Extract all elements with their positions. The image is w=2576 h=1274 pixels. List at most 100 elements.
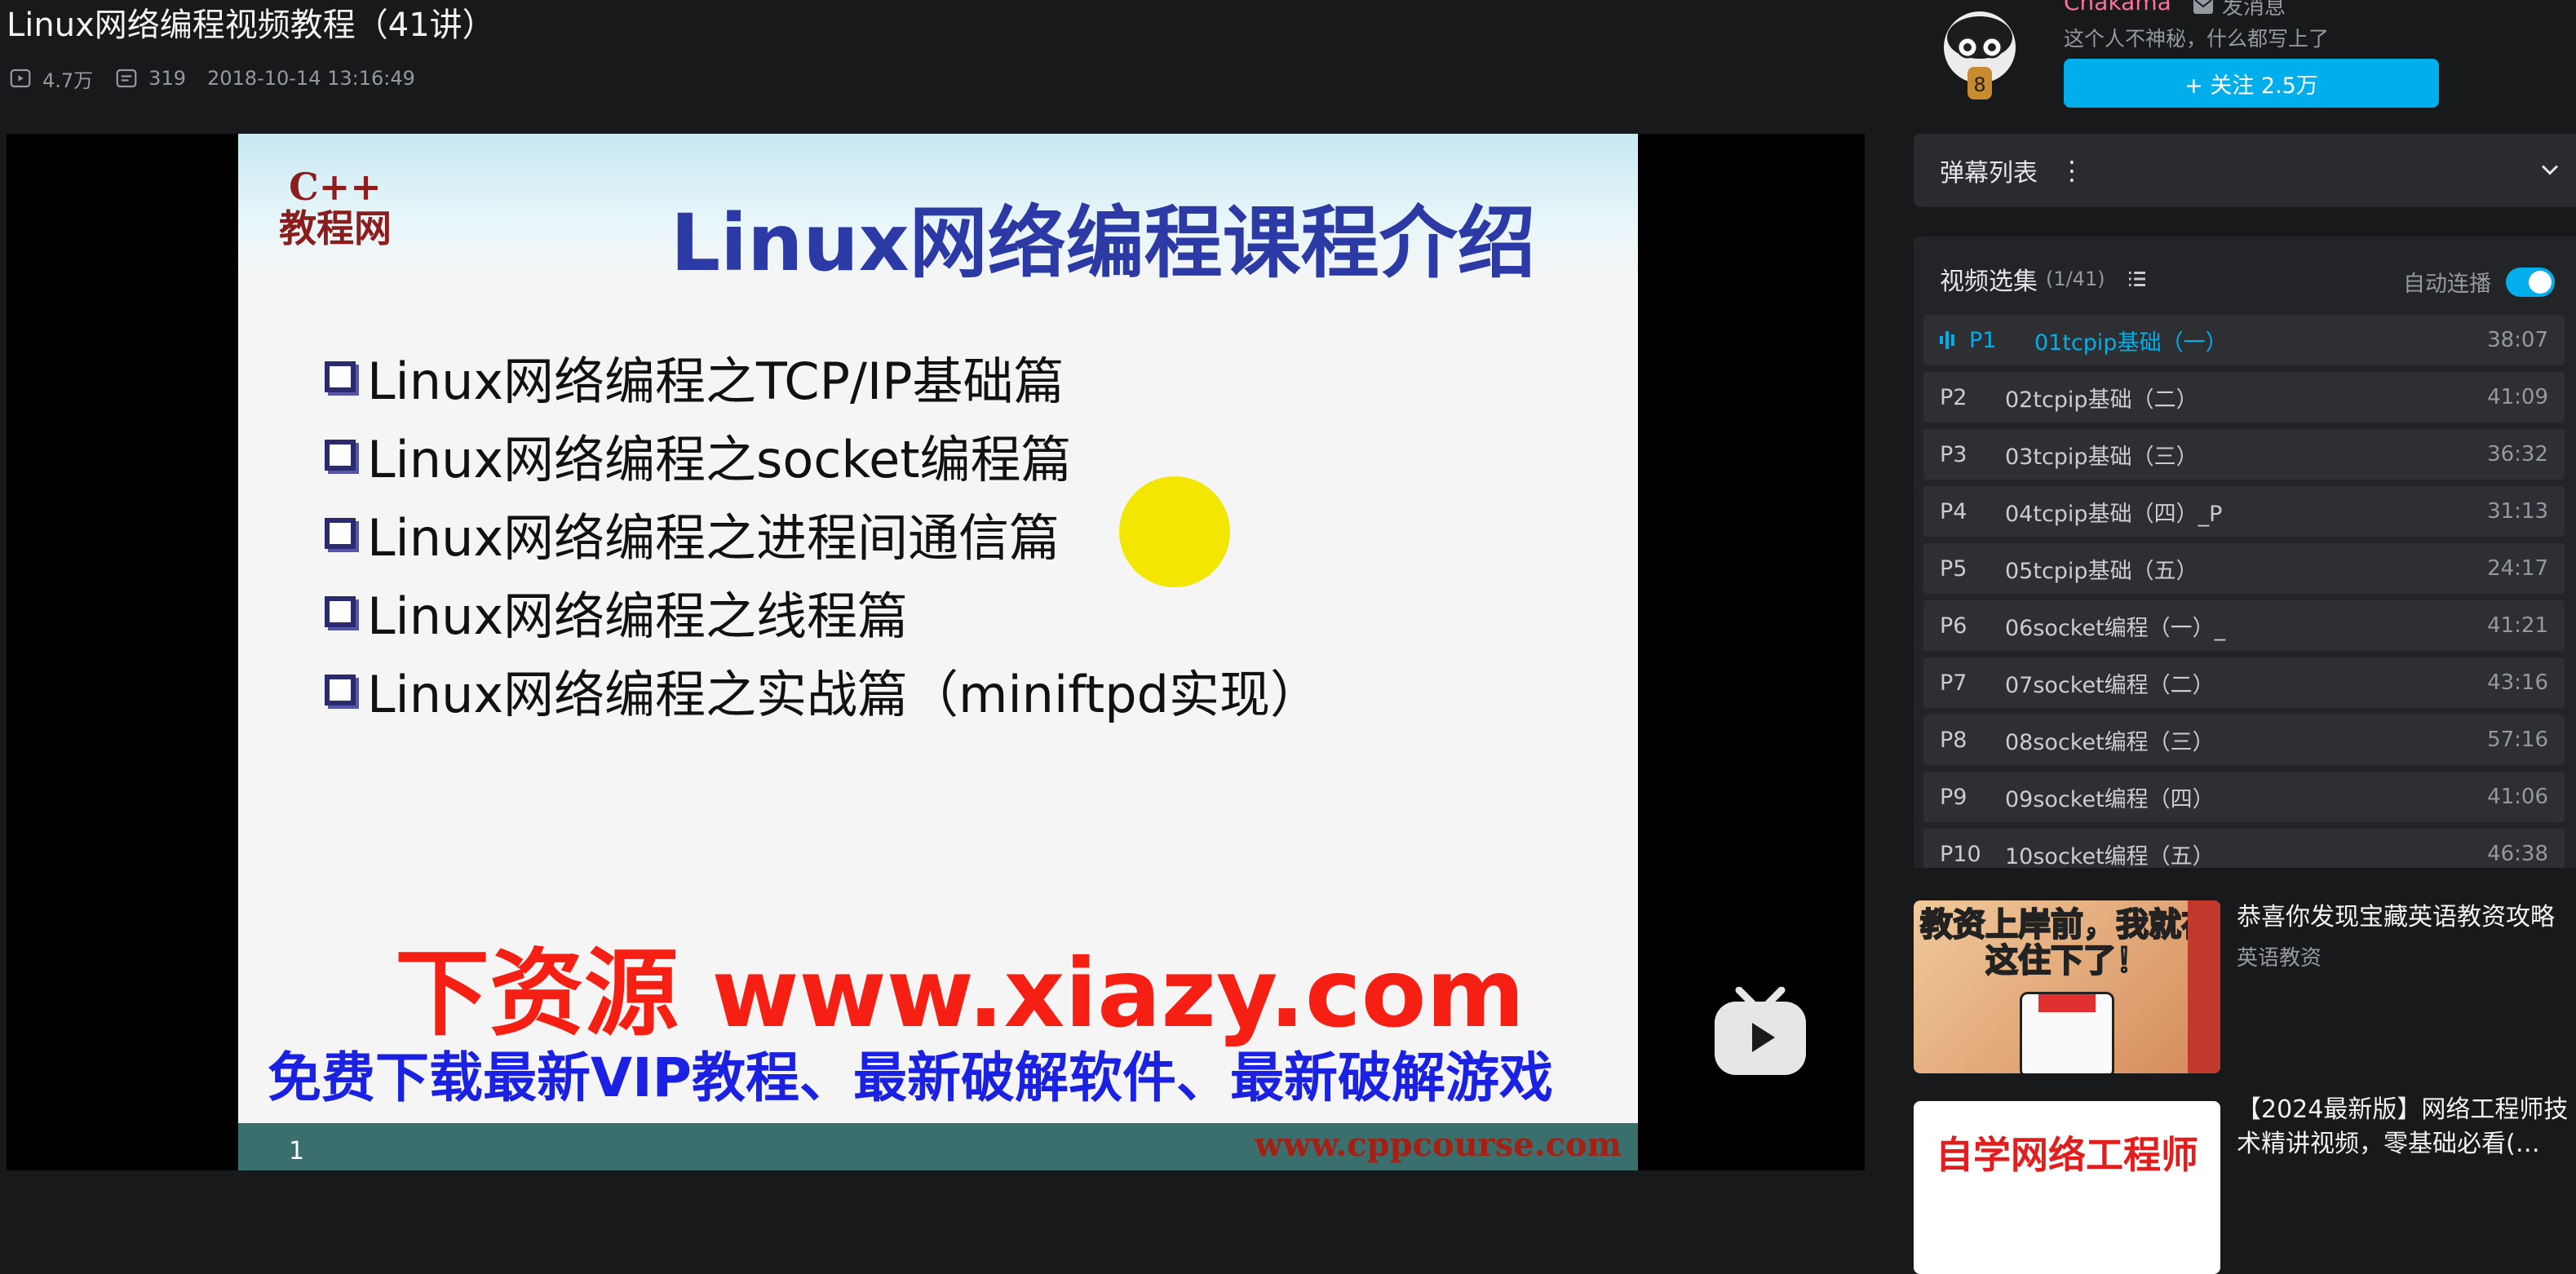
episode-item[interactable]: P4 04tcpip基础（四）_P 31:13 — [1923, 486, 2565, 537]
danmaku-list-bar[interactable]: 弹幕列表 ⋮ — [1914, 134, 2576, 207]
autoplay-toggle[interactable] — [2506, 267, 2555, 297]
episode-number: P4 — [1940, 498, 1967, 524]
checkbox-icon — [325, 675, 356, 706]
episode-duration: 57:16 — [2487, 728, 2548, 752]
slide-title: Linux网络编程课程介绍 — [671, 197, 1536, 289]
follow-button[interactable]: + 关注 2.5万 — [2064, 59, 2439, 108]
episode-title: 09socket编程（四） — [2005, 786, 2215, 812]
slide-ad-line1: 下资源 www.xiazy.com — [395, 939, 1525, 1049]
episode-item[interactable]: P2 02tcpip基础（二） 41:09 — [1923, 372, 2565, 422]
view-count: 4.7万 — [8, 64, 93, 93]
danmaku-list-label: 弹幕列表 — [1940, 159, 2038, 188]
episode-item[interactable]: P6 06socket编程（一）_ 41:21 — [1923, 600, 2565, 651]
follow-label: + 关注 2.5万 — [2184, 73, 2318, 99]
up-name[interactable]: Chakama — [2064, 0, 2171, 15]
slide-logo: C++ 教程网 — [279, 166, 392, 249]
video-title: Linux网络编程视频教程（41讲） — [7, 7, 495, 44]
episode-title: 02tcpip基础（二） — [2005, 387, 2198, 413]
mail-icon — [2193, 0, 2213, 14]
episode-item[interactable]: P1 01tcpip基础（一） 38:07 — [1923, 315, 2565, 365]
thumbnail-caption: 教资上岸前，我就在这住下了！ — [1919, 906, 2215, 980]
send-message-label: 发消息 — [2222, 0, 2286, 20]
episode-duration: 38:07 — [2487, 328, 2548, 352]
chevron-down-icon[interactable] — [2535, 155, 2565, 184]
autoplay-control: 自动连播 — [2403, 266, 2555, 298]
episode-item[interactable]: P10 10socket编程（五） 46:38 — [1923, 829, 2565, 868]
slide-logo-line2: 教程网 — [279, 206, 392, 250]
slide-page-number: 1 — [289, 1137, 305, 1166]
slide-footer-url: www.cppcourse.com — [1255, 1126, 1622, 1164]
playlist-count: (1/41) — [2046, 268, 2105, 290]
episode-title: 01tcpip基础（一） — [2034, 330, 2228, 356]
meme-face-icon — [2020, 992, 2114, 1073]
recommended-thumbnail[interactable]: 自学网络工程师 — [1914, 1101, 2220, 1274]
slide-ad-line2: 免费下载最新VIP教程、最新破解软件、最新破解游戏 — [268, 1046, 1554, 1109]
now-playing-icon — [1940, 330, 1961, 350]
episode-title: 10socket编程（五） — [2005, 843, 2215, 869]
episode-number: P6 — [1940, 613, 1967, 639]
list-view-icon[interactable] — [2125, 267, 2149, 291]
more-options-icon[interactable]: ⋮ — [2059, 155, 2085, 186]
video-frame: C++ 教程网 Linux网络编程课程介绍 Linux网络编程之TCP/IP基础… — [238, 134, 1638, 1170]
episode-item[interactable]: P8 08socket编程（三） 57:16 — [1923, 714, 2565, 765]
episode-duration: 46:38 — [2487, 842, 2548, 866]
video-playlist: 视频选集 (1/41) 自动连播 P1 01tcpip基础（一） 38:07 P… — [1914, 237, 2576, 868]
episode-duration: 36:32 — [2487, 442, 2548, 467]
episode-number: P8 — [1940, 727, 1967, 753]
checkbox-icon — [325, 518, 356, 549]
playlist-title: 视频选集 — [1940, 268, 2038, 296]
view-count-value: 4.7万 — [42, 69, 94, 92]
recommended-info: 【2024最新版】网络工程师技术精讲视频，零基础必看(… — [2237, 1093, 2576, 1274]
slide-bullet-text: Linux网络编程之实战篇（miniftpd实现） — [367, 665, 1321, 724]
send-message-link[interactable]: 发消息 — [2193, 0, 2286, 20]
episode-item[interactable]: P3 03tcpip基础（三） 36:32 — [1923, 429, 2565, 480]
episode-number: P10 — [1940, 841, 1981, 867]
video-player[interactable]: C++ 教程网 Linux网络编程课程介绍 Linux网络编程之TCP/IP基础… — [7, 134, 1865, 1170]
episode-title: 04tcpip基础（四）_P — [2005, 501, 2223, 527]
recommended-thumbnail[interactable]: 教资上岸前，我就在这住下了！ — [1914, 900, 2220, 1073]
episode-number: P9 — [1940, 784, 1967, 810]
slide-bullet-text: Linux网络编程之进程间通信篇 — [367, 508, 1060, 568]
cursor-highlight — [1119, 476, 1230, 587]
slide-bullet: Linux网络编程之TCP/IP基础篇 — [325, 338, 1321, 416]
recommended-video[interactable]: 自学网络工程师 【2024最新版】网络工程师技术精讲视频，零基础必看(… — [1914, 1095, 2576, 1274]
thumbnail-decoration — [2188, 900, 2220, 1073]
checkbox-icon — [325, 440, 356, 471]
checkbox-icon — [325, 361, 356, 392]
episode-title: 08socket编程（三） — [2005, 729, 2215, 755]
episode-number: P1 — [1969, 327, 1997, 353]
episode-title: 07socket编程（二） — [2005, 672, 2215, 698]
episode-duration: 43:16 — [2487, 670, 2548, 695]
episode-number: P2 — [1940, 384, 1967, 410]
slide-bullet-text: Linux网络编程之socket编程篇 — [367, 430, 1072, 489]
episode-item[interactable]: P9 09socket编程（四） 41:06 — [1923, 772, 2565, 822]
autoplay-label: 自动连播 — [2403, 272, 2491, 297]
thumbnail-caption: 自学网络工程师 — [1936, 1133, 2198, 1177]
episode-duration: 24:17 — [2487, 556, 2548, 581]
play-count-icon — [10, 69, 31, 88]
recommended-title[interactable]: 恭喜你发现宝藏英语教资攻略 — [2237, 900, 2576, 935]
slide-bullet: Linux网络编程之实战篇（miniftpd实现） — [325, 651, 1321, 729]
recommended-author[interactable]: 英语教资 — [2237, 941, 2576, 971]
recommended-title[interactable]: 【2024最新版】网络工程师技术精讲视频，零基础必看(… — [2237, 1093, 2576, 1161]
episode-title: 03tcpip基础（三） — [2005, 444, 2198, 470]
episode-duration: 41:21 — [2487, 613, 2548, 638]
recommended-video[interactable]: 教资上岸前，我就在这住下了！ 恭喜你发现宝藏英语教资攻略 英语教资 — [1914, 900, 2576, 1073]
slide-bullet-text: Linux网络编程之TCP/IP基础篇 — [367, 352, 1064, 411]
playlist-header: 视频选集 (1/41) — [1940, 261, 2149, 297]
up-avatar[interactable]: 8 — [1936, 7, 2023, 108]
episode-item[interactable]: P5 05tcpip基础（五） 24:17 — [1923, 543, 2565, 594]
episode-item[interactable]: P7 07socket编程（二） 43:16 — [1923, 657, 2565, 708]
video-meta: 4.7万 319 2018-10-14 13:16:49 — [8, 64, 415, 93]
episode-duration: 41:06 — [2487, 785, 2548, 809]
episode-number: P3 — [1940, 441, 1967, 467]
episode-number: P7 — [1940, 670, 1967, 696]
slide-logo-line1: C++ — [289, 165, 382, 209]
episode-list: P1 01tcpip基础（一） 38:07 P2 02tcpip基础（二） 41… — [1923, 315, 2565, 868]
danmaku-count: 319 — [114, 66, 186, 91]
danmaku-count-value: 319 — [148, 67, 186, 90]
episode-title: 05tcpip基础（五） — [2005, 558, 2198, 584]
play-tv-icon[interactable] — [1711, 987, 1809, 1077]
episode-duration: 41:09 — [2487, 385, 2548, 409]
svg-text:8: 8 — [1973, 73, 1985, 96]
